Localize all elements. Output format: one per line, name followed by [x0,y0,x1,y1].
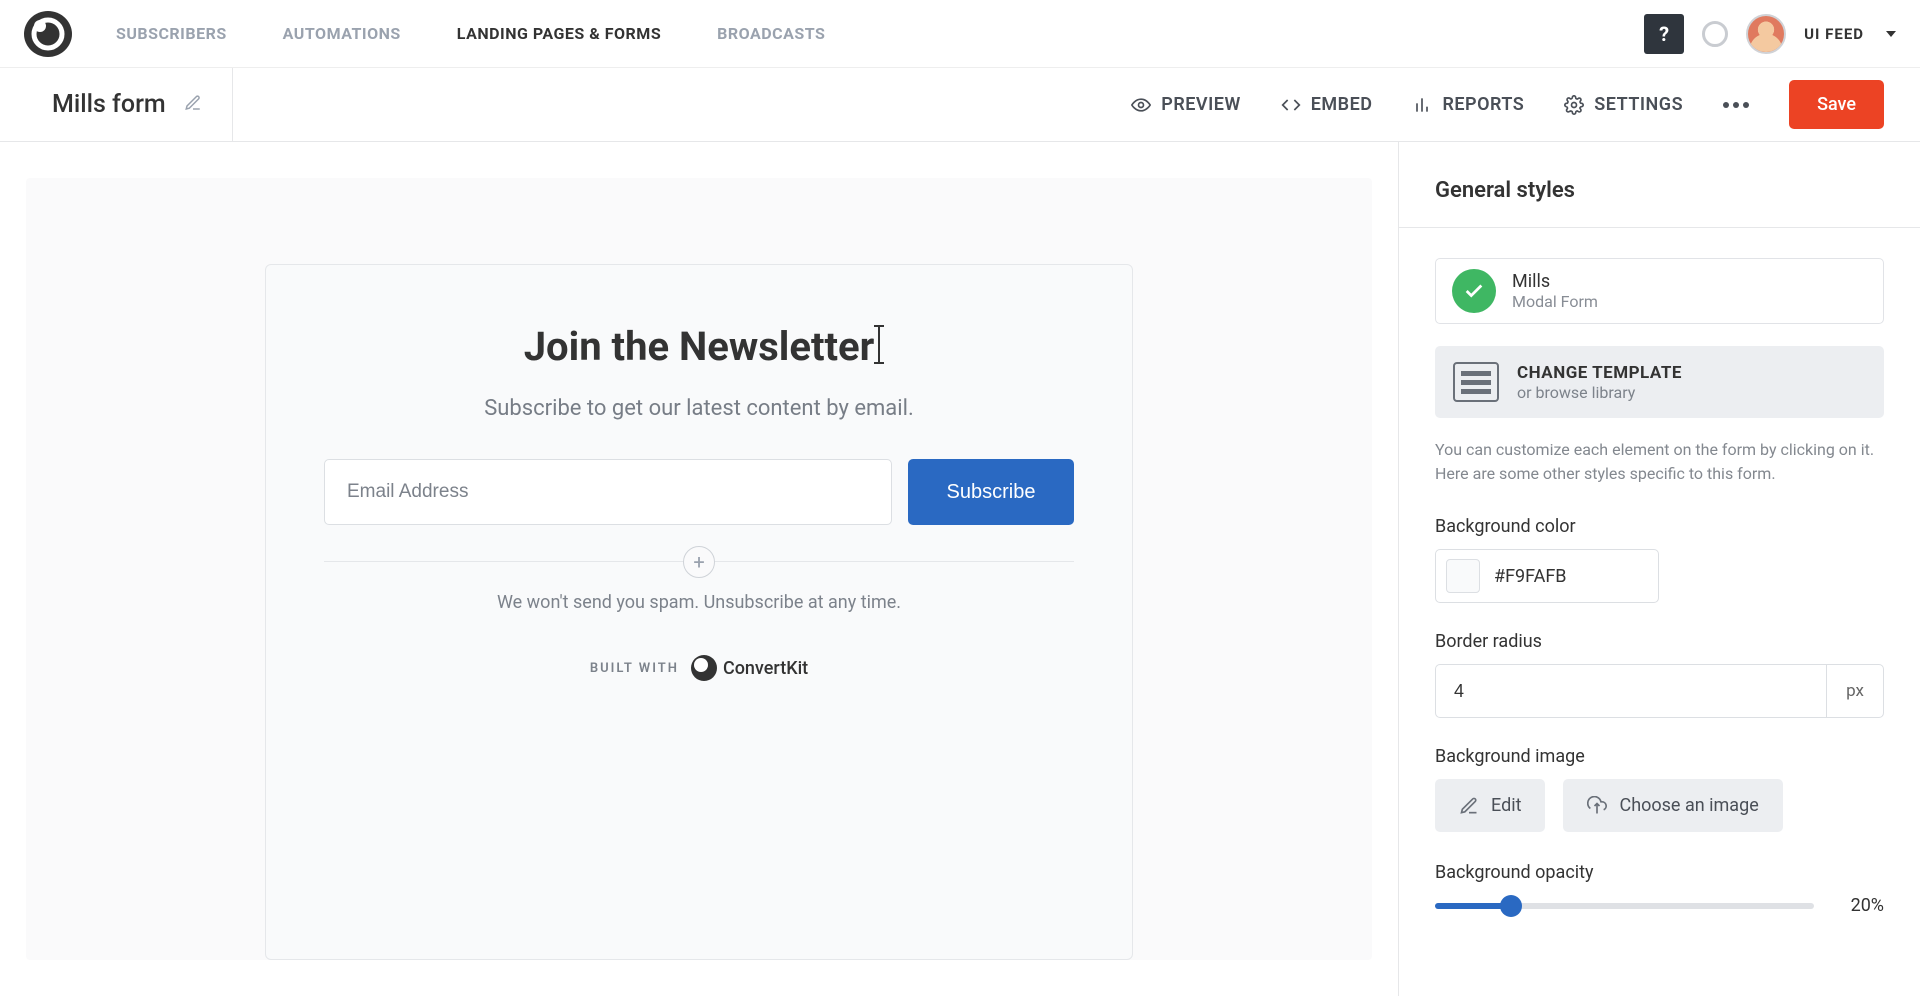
form-preview-card[interactable]: Join the Newsletter Subscribe to get our… [265,264,1133,960]
border-radius-label: Border radius [1435,631,1884,652]
form-name: Mills form [52,90,166,119]
color-swatch[interactable] [1446,559,1480,593]
template-type: Modal Form [1512,292,1598,311]
form-title-text: Join the Newsletter [524,323,875,370]
embed-button[interactable]: EMBED [1281,94,1373,115]
settings-label: SETTINGS [1594,94,1683,115]
sync-status-icon [1702,21,1728,47]
text-cursor-icon [878,325,880,364]
change-template-button[interactable]: CHANGE TEMPLATE or browse library [1435,346,1884,418]
sidepanel-title: General styles [1399,178,1920,228]
help-button[interactable]: ? [1644,14,1684,54]
bg-opacity-label: Background opacity [1435,862,1884,883]
form-subtitle[interactable]: Subscribe to get our latest content by e… [324,396,1074,421]
template-name: Mills [1512,271,1598,292]
more-menu[interactable] [1723,102,1749,108]
style-sidepanel: General styles Mills Modal Form CHANGE T… [1398,142,1920,996]
app-logo[interactable] [24,11,72,57]
form-footer-text[interactable]: We won't send you spam. Unsubscribe at a… [324,592,1074,613]
bg-image-choose-label: Choose an image [1619,795,1758,816]
chevron-down-icon[interactable] [1886,31,1896,37]
add-element-button[interactable]: + [683,546,715,578]
template-icon [1453,362,1499,402]
avatar[interactable] [1746,14,1786,54]
nav-automations[interactable]: AUTOMATIONS [283,24,401,43]
current-template-card[interactable]: Mills Modal Form [1435,258,1884,324]
check-icon [1452,269,1496,313]
built-with-label: BUILT WITH [590,661,679,676]
edit-name-icon[interactable] [184,94,202,116]
bg-image-edit-label: Edit [1491,795,1521,816]
subscribe-button[interactable]: Subscribe [908,459,1074,525]
reports-button[interactable]: REPORTS [1412,94,1524,115]
form-divider: + [324,561,1074,562]
bg-image-label: Background image [1435,746,1884,767]
nav-landing-pages-forms[interactable]: LANDING PAGES & FORMS [457,24,661,43]
bg-color-value: #F9FAFB [1494,566,1567,587]
built-with: BUILT WITH ConvertKit [324,655,1074,681]
border-radius-input[interactable] [1435,664,1826,718]
top-nav: SUBSCRIBERS AUTOMATIONS LANDING PAGES & … [0,0,1920,68]
slider-thumb[interactable] [1500,895,1522,917]
helper-text: You can customize each element on the fo… [1435,438,1884,486]
nav-broadcasts[interactable]: BROADCASTS [717,24,825,43]
convertkit-logo[interactable]: ConvertKit [691,655,808,681]
change-template-title: CHANGE TEMPLATE [1517,363,1682,383]
nav-links: SUBSCRIBERS AUTOMATIONS LANDING PAGES & … [116,24,825,43]
border-radius-unit: px [1826,664,1884,718]
preview-button[interactable]: PREVIEW [1131,94,1240,115]
bg-color-label: Background color [1435,516,1884,537]
form-title[interactable]: Join the Newsletter [524,323,875,370]
email-input[interactable] [324,459,892,525]
reports-label: REPORTS [1442,94,1524,115]
preview-label: PREVIEW [1161,94,1240,115]
convertkit-brand-text: ConvertKit [723,658,808,679]
change-template-sub: or browse library [1517,383,1682,402]
bg-opacity-slider[interactable] [1435,903,1814,909]
bg-image-choose-button[interactable]: Choose an image [1563,779,1782,832]
user-menu-label[interactable]: UI FEED [1804,25,1864,43]
form-canvas[interactable]: Join the Newsletter Subscribe to get our… [26,178,1372,960]
save-button[interactable]: Save [1789,80,1884,129]
bg-image-edit-button[interactable]: Edit [1435,779,1545,832]
sub-header: Mills form PREVIEW EMBED REPORTS SETTING… [0,68,1920,142]
bg-opacity-value: 20% [1836,895,1884,916]
convertkit-mark-icon [691,655,717,681]
nav-subscribers[interactable]: SUBSCRIBERS [116,24,227,43]
bg-color-input[interactable]: #F9FAFB [1435,549,1659,603]
embed-label: EMBED [1311,94,1373,115]
settings-button[interactable]: SETTINGS [1564,94,1683,115]
